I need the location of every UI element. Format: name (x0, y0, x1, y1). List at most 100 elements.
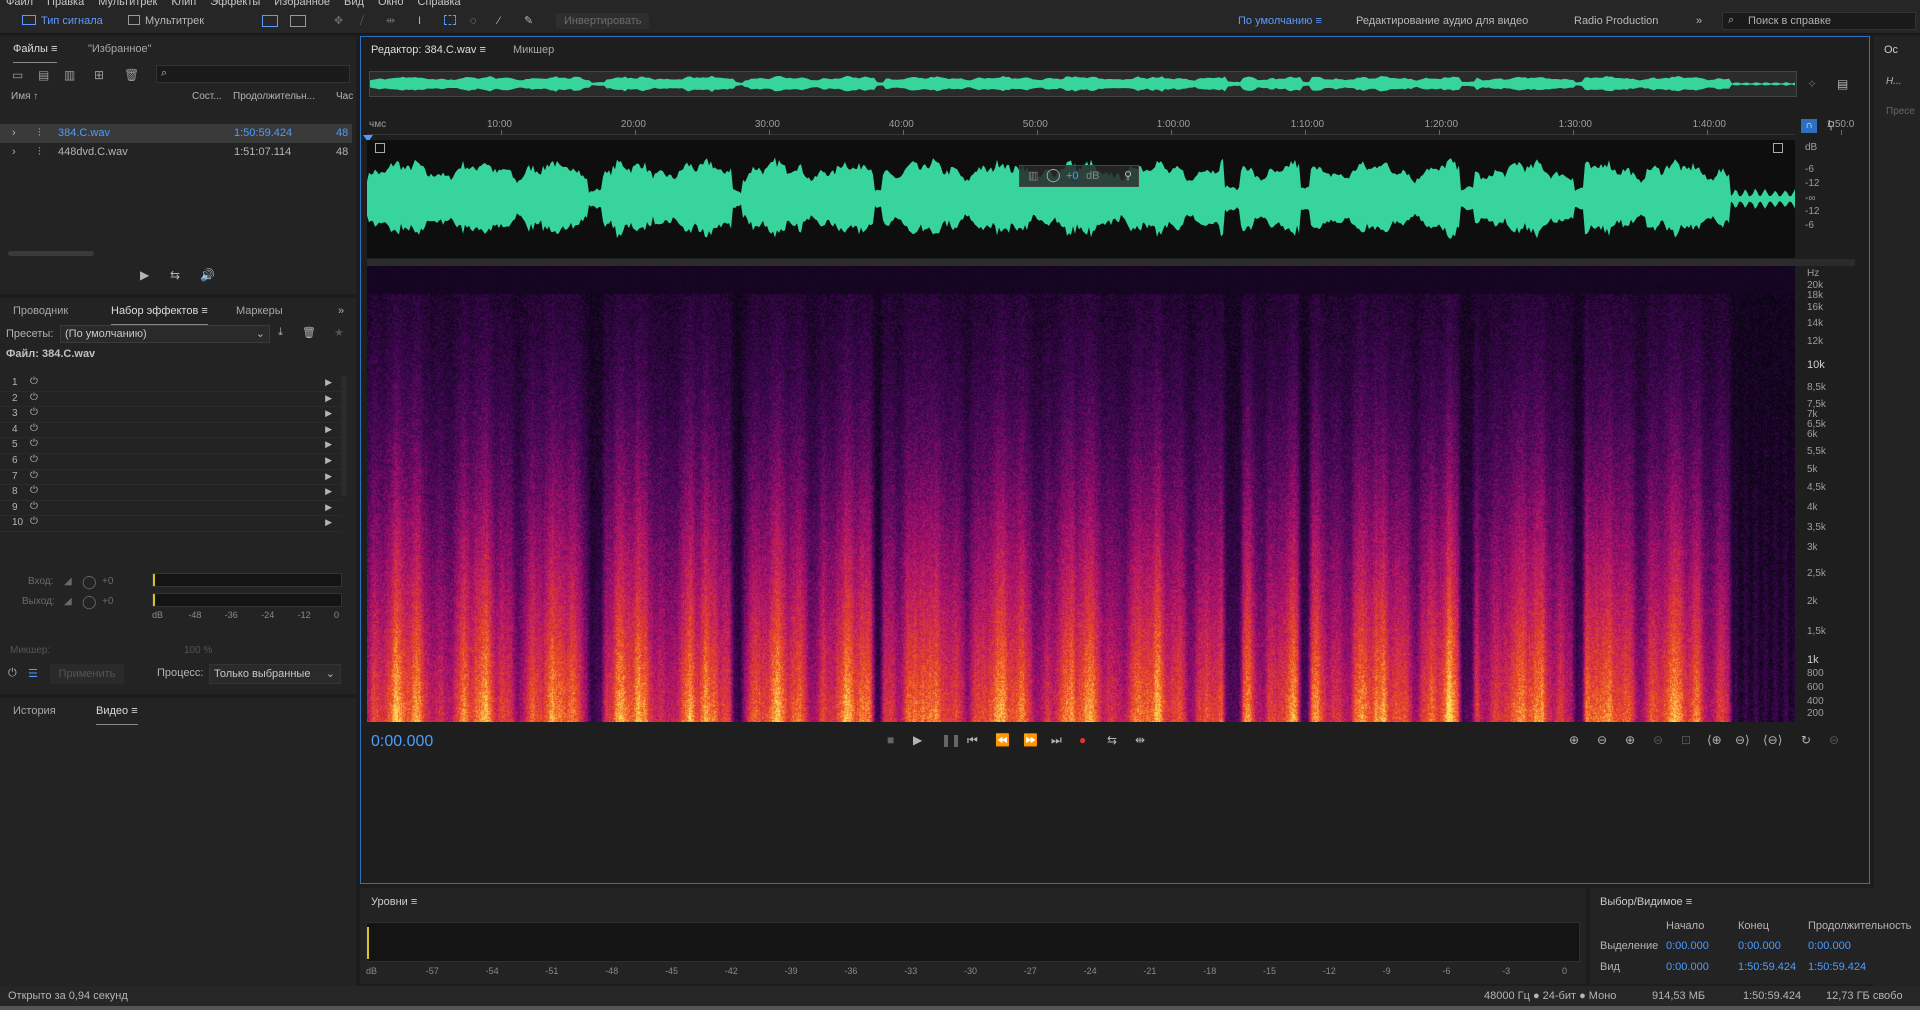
skip-to-end-icon[interactable]: ⏭ (1051, 733, 1062, 748)
workspace-default[interactable]: По умолчанию ≡ (1230, 11, 1330, 31)
process-select[interactable]: Только выбранные ⌄ (209, 664, 341, 684)
record-icon[interactable]: ● (1079, 733, 1086, 747)
loop-icon[interactable]: ⇆ (1107, 733, 1117, 747)
output-gain-knob[interactable]: ◯ (82, 594, 97, 610)
save-preset-icon[interactable]: ⤓ (278, 326, 283, 339)
time-ruler[interactable]: чмс 10:00 20:00 30:00 40:00 50:00 1:00:00 1:10… (367, 117, 1854, 135)
panel-splitter[interactable] (367, 259, 1855, 266)
spot-healing-tool-button[interactable]: ✎ (516, 11, 541, 31)
favorite-star-icon[interactable]: ★ (334, 326, 344, 339)
right-strip-item-2[interactable]: Пресе (1886, 106, 1915, 117)
chevron-right-icon[interactable]: ▶ (325, 393, 332, 404)
tab-explorer[interactable]: Проводник (13, 298, 68, 324)
tab-mixer[interactable]: Микшер (513, 37, 554, 63)
tab-markers[interactable]: Маркеры (236, 298, 283, 324)
gain-knob[interactable]: ◯ (1046, 167, 1061, 183)
power-icon[interactable]: ⏻ (30, 423, 38, 434)
selection-duration[interactable]: 0:00.000 (1808, 940, 1851, 952)
tab-effects-rack[interactable]: Набор эффектов ≡ (111, 298, 208, 325)
help-search-input[interactable]: ⌕ Поиск в справке (1722, 12, 1916, 30)
menu-item[interactable]: Мультитрек (98, 0, 157, 8)
effect-slot[interactable]: 6 ⏻ ▶ (0, 454, 342, 470)
insert-multitrack-icon[interactable]: ⊞ (94, 68, 104, 82)
power-icon[interactable]: ⏻ (30, 485, 38, 496)
effect-slot[interactable]: 4 ⏻ ▶ (0, 423, 342, 439)
stop-icon[interactable]: ■ (887, 733, 894, 747)
chevron-right-icon[interactable]: ▶ (325, 424, 332, 435)
chevron-right-icon[interactable]: ▶ (325, 502, 332, 513)
output-gain-value[interactable]: +0 (102, 596, 113, 607)
power-icon[interactable]: ⏻ (30, 501, 38, 512)
waveform-area[interactable] (367, 140, 1795, 258)
menu-item[interactable]: Вид (344, 0, 364, 8)
presets-select[interactable]: (По умолчанию) ⌄ (60, 325, 270, 343)
play-icon[interactable]: ▶ (140, 268, 149, 282)
zoom-full-icon[interactable]: ⟨⊖⟩ (1763, 733, 1782, 747)
tab-history[interactable]: История (13, 698, 56, 724)
zoom-out-point-icon[interactable]: ⊖⟩ (1735, 733, 1750, 747)
rewind-icon[interactable]: ⏪ (995, 733, 1010, 747)
menu-item[interactable]: Эффекты (210, 0, 260, 8)
tab-favorites[interactable]: "Избранное" (88, 36, 152, 62)
tab-video[interactable]: Видео ≡ (96, 698, 138, 725)
panel-overflow-icon[interactable]: » (338, 298, 344, 324)
pause-icon[interactable]: ❚❚ (941, 733, 961, 747)
fade-in-handle[interactable] (375, 143, 385, 153)
col-duration[interactable]: Продолжительн... (233, 91, 315, 102)
zoom-out-time-icon[interactable]: ⊖ (1653, 733, 1663, 747)
selection-start[interactable]: 0:00.000 (1666, 940, 1709, 952)
input-gain-value[interactable]: +0 (102, 576, 113, 587)
hud-gain[interactable]: ▥ ◯ +0 dB ⚲ (1019, 165, 1139, 187)
power-icon[interactable]: ⏻ (30, 470, 38, 481)
current-time-display[interactable]: 0:00.000 (371, 733, 433, 751)
effect-slot[interactable]: 10 ⏻ ▶ (0, 516, 342, 532)
skip-selection-icon[interactable]: ⇹ (1135, 733, 1145, 747)
power-icon[interactable]: ⏻ (30, 407, 38, 418)
skip-to-start-icon[interactable]: ⏮ (967, 733, 978, 748)
waveform-view-button[interactable]: Тип сигнала (14, 11, 111, 31)
open-folder-icon[interactable]: ▭ (12, 68, 23, 82)
effect-slot[interactable]: 5 ⏻ ▶ (0, 438, 342, 454)
input-gain-knob[interactable]: ◯ (82, 574, 97, 590)
zoom-in-point-icon[interactable]: ⟨⊕ (1707, 733, 1722, 747)
col-status[interactable]: Сост... (192, 91, 222, 102)
files-search-input[interactable]: ⌕ (156, 65, 350, 83)
menu-item[interactable]: Файл (6, 0, 33, 8)
view-end[interactable]: 1:50:59.424 (1738, 961, 1796, 973)
list-icon[interactable]: ☰ (28, 667, 38, 680)
zoom-in-time-icon[interactable]: ⊕ (1625, 733, 1635, 747)
menu-item[interactable]: Окно (378, 0, 404, 8)
import-icon[interactable]: ▤ (38, 68, 49, 82)
brush-tool-button[interactable]: ⁄ (490, 11, 508, 31)
multitrack-view-button[interactable]: Мультитрек (120, 11, 212, 31)
menu-item[interactable]: Избранное (274, 0, 330, 8)
tab-properties[interactable]: Ос (1884, 44, 1898, 56)
lasso-tool-button[interactable]: ◌ (462, 11, 485, 31)
spectral-frequency-button[interactable] (290, 11, 310, 31)
workspace-radio[interactable]: Radio Production (1566, 11, 1666, 31)
apply-button[interactable]: Применить (50, 664, 124, 684)
mixer-value[interactable]: 100 % (184, 645, 212, 656)
more-workspaces-button[interactable]: » (1688, 11, 1710, 31)
zoom-out-full-icon[interactable]: ⊖ (1829, 733, 1839, 747)
zoom-selection-icon[interactable]: ⊡ (1681, 733, 1691, 747)
menu-item[interactable]: Правка (47, 0, 84, 8)
overview-navigator[interactable] (369, 71, 1797, 97)
chevron-right-icon[interactable]: ▶ (325, 439, 332, 450)
trash-icon[interactable]: 🗑 (302, 326, 316, 339)
file-row[interactable]: › ⫶ 384.C.wav 1:50:59.424 48 (0, 124, 352, 143)
effect-slot[interactable]: 7 ⏻ ▶ (0, 470, 342, 486)
slip-tool-button[interactable]: ⇹ (378, 11, 403, 31)
marquee-tool-button[interactable] (436, 11, 464, 31)
zoom-out-amplitude-icon[interactable]: ⊖ (1597, 733, 1607, 747)
chevron-right-icon[interactable]: ▶ (325, 517, 332, 528)
power-icon[interactable]: ⏻ (30, 392, 38, 403)
horizontal-scrollbar[interactable] (8, 251, 94, 256)
right-strip-item-1[interactable]: Н... (1886, 76, 1902, 87)
col-rate[interactable]: Час (336, 91, 353, 102)
slots-scrollbar[interactable] (341, 376, 347, 496)
spectral-frequency-display[interactable] (367, 266, 1795, 722)
autoplay-icon[interactable]: 🔊 (200, 268, 215, 282)
pin-icon[interactable]: ⚲ (1124, 169, 1132, 182)
effect-slot[interactable]: 8 ⏻ ▶ (0, 485, 342, 501)
